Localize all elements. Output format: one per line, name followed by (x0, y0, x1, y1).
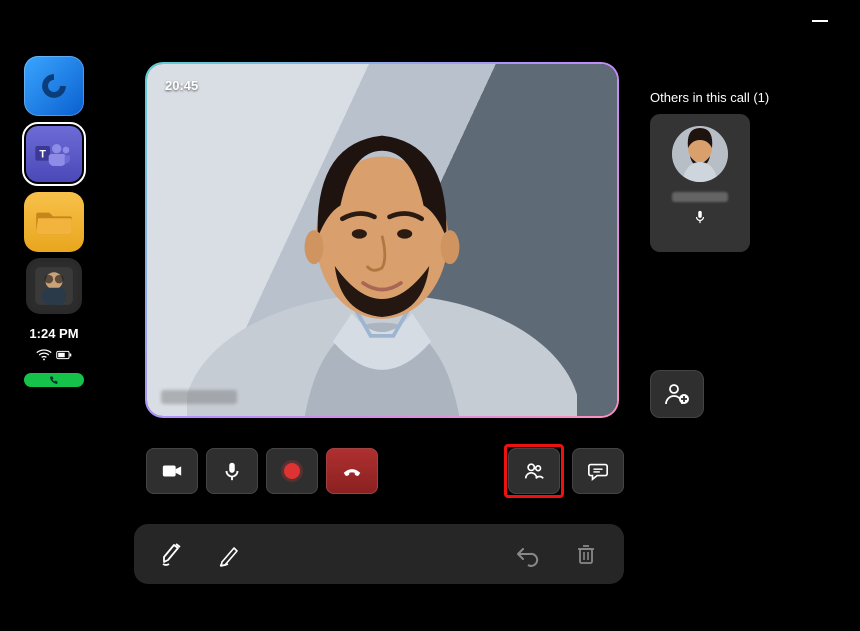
teams-icon: T (34, 140, 74, 168)
hang-up-button[interactable] (326, 448, 378, 494)
status-icons (36, 349, 72, 361)
chat-button[interactable] (572, 448, 624, 494)
camera-button[interactable] (146, 448, 198, 494)
people-icon (523, 460, 545, 482)
call-controls (146, 448, 378, 494)
clock-label: 1:24 PM (29, 326, 78, 341)
speaker-portrait (187, 96, 577, 416)
svg-text:T: T (39, 148, 46, 160)
folder-icon (35, 207, 73, 237)
participant-tile[interactable] (650, 114, 750, 252)
add-person-button[interactable] (650, 370, 704, 418)
chat-icon (587, 460, 609, 482)
highlighter-icon[interactable] (158, 540, 186, 568)
app-sidebar: T 1:24 PM (22, 56, 86, 387)
participant-avatar (672, 126, 728, 182)
people-button-highlight (504, 444, 564, 498)
participant-mic-icon (694, 210, 706, 224)
pen-icon[interactable] (216, 540, 244, 568)
trash-icon[interactable] (572, 540, 600, 568)
add-person-icon (664, 382, 690, 406)
participant-name-obscured (672, 192, 728, 202)
record-button[interactable] (266, 448, 318, 494)
minimize-button[interactable] (812, 20, 828, 22)
camera-icon (161, 460, 183, 482)
speaker-name-obscured (161, 390, 237, 404)
avatar-thumbnail (30, 262, 78, 310)
call-duration: 20:45 (165, 78, 198, 93)
battery-icon (56, 349, 72, 361)
people-button[interactable] (508, 448, 560, 494)
wifi-icon (36, 349, 52, 361)
loop-icon (37, 69, 71, 103)
ink-toolbar (134, 524, 624, 584)
others-in-call-label: Others in this call (1) (650, 90, 769, 105)
app-tile-files[interactable] (24, 192, 84, 252)
active-speaker-video: 20:45 (145, 62, 619, 418)
mic-button[interactable] (206, 448, 258, 494)
app-tile-teams-selected[interactable]: T (22, 122, 86, 186)
app-tile-loop[interactable] (24, 56, 84, 116)
active-call-pill[interactable] (24, 373, 84, 387)
microphone-icon (221, 460, 243, 482)
undo-icon[interactable] (514, 540, 542, 568)
hang-up-icon (341, 460, 363, 482)
call-controls-secondary (504, 444, 624, 498)
record-icon (284, 463, 300, 479)
phone-icon (49, 375, 59, 385)
app-tile-contact[interactable] (26, 258, 82, 314)
